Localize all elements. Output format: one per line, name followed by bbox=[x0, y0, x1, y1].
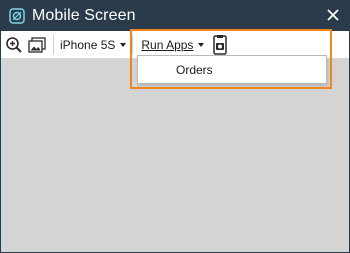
title-bar: Mobile Screen bbox=[1, 1, 349, 31]
mobile-screen-window: Mobile Screen iPhone 5S Run Apps Orders bbox=[0, 0, 350, 253]
device-label: iPhone 5S bbox=[60, 37, 116, 52]
chevron-down-icon bbox=[120, 42, 127, 47]
zoom-in-icon[interactable] bbox=[4, 35, 24, 55]
menu-item-orders[interactable]: Orders bbox=[139, 57, 325, 82]
run-apps-menu: Orders bbox=[137, 55, 327, 84]
app-icon bbox=[9, 8, 25, 24]
run-apps-dropdown[interactable]: Run Apps bbox=[141, 37, 205, 52]
image-icon[interactable] bbox=[27, 35, 47, 55]
menu-item-label: Orders bbox=[176, 62, 213, 77]
toolbar-separator bbox=[53, 34, 54, 55]
window-title: Mobile Screen bbox=[32, 7, 136, 24]
toolbar-separator bbox=[132, 34, 134, 55]
screen-content-area bbox=[1, 60, 349, 252]
run-apps-label: Run Apps bbox=[141, 37, 194, 52]
chevron-down-icon bbox=[198, 42, 205, 47]
device-dropdown[interactable]: iPhone 5S bbox=[60, 37, 127, 52]
close-icon[interactable] bbox=[325, 7, 341, 23]
camera-icon[interactable] bbox=[210, 34, 230, 55]
